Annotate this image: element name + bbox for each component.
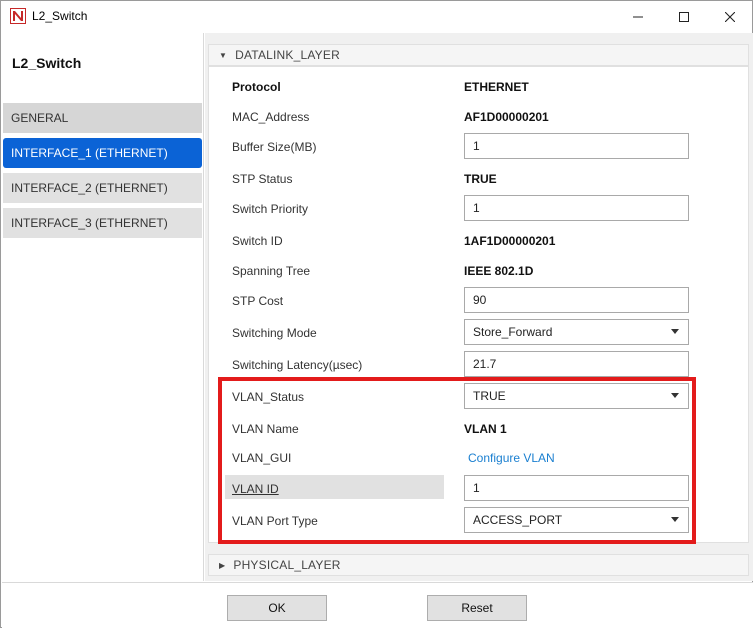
mac-address-label: MAC_Address — [232, 110, 310, 124]
vlan-port-type-value: ACCESS_PORT — [473, 513, 563, 527]
vlan-gui-row: VLAN_GUI Configure VLAN — [209, 443, 748, 473]
switching-latency-label: Switching Latency(µsec) — [232, 358, 363, 372]
device-name: L2_Switch — [12, 55, 82, 71]
switch-id-row: Switch ID 1AF1D00000201 — [209, 226, 748, 256]
switching-mode-row: Switching Mode Store_Forward — [209, 318, 748, 348]
configure-vlan-link[interactable]: Configure VLAN — [468, 451, 555, 465]
vlan-port-type-row: VLAN Port Type ACCESS_PORT — [209, 506, 748, 536]
switching-mode-label: Switching Mode — [232, 326, 317, 340]
close-button[interactable] — [707, 1, 753, 32]
vlan-name-value: VLAN 1 — [464, 422, 507, 436]
vlan-status-label: VLAN_Status — [232, 390, 305, 404]
switching-latency-input[interactable]: 21.7 — [464, 351, 689, 377]
vlan-name-label: VLAN Name — [232, 422, 299, 436]
section-title: DATALINK_LAYER — [235, 48, 340, 62]
minimize-button[interactable] — [615, 1, 661, 32]
datalink-layer-body: Protocol ETHERNET MAC_Address AF1D000002… — [208, 66, 749, 543]
switch-priority-input[interactable]: 1 — [464, 195, 689, 221]
maximize-icon — [679, 11, 689, 22]
maximize-button[interactable] — [661, 1, 707, 32]
vlan-status-select[interactable]: TRUE — [464, 383, 689, 409]
stp-cost-row: STP Cost 90 — [209, 286, 748, 316]
chevron-down-icon — [671, 393, 679, 398]
sidebar-item-interface-2[interactable]: INTERFACE_2 (ETHERNET) — [3, 173, 202, 203]
collapsed-triangle-icon: ▶ — [219, 560, 226, 570]
switch-id-value: 1AF1D00000201 — [464, 234, 556, 248]
ok-button[interactable]: OK — [227, 595, 327, 621]
window-title: L2_Switch — [32, 9, 88, 23]
stp-cost-input[interactable]: 90 — [464, 287, 689, 313]
switching-mode-select[interactable]: Store_Forward — [464, 319, 689, 345]
vlan-name-row: VLAN Name VLAN 1 — [209, 414, 748, 444]
sidebar: L2_Switch GENERAL INTERFACE_1 (ETHERNET)… — [2, 33, 204, 581]
stp-status-value: TRUE — [464, 172, 497, 186]
section-title: PHYSICAL_LAYER — [233, 558, 341, 572]
chevron-down-icon — [671, 517, 679, 522]
switch-priority-row: Switch Priority 1 — [209, 194, 748, 224]
vlan-gui-label: VLAN_GUI — [232, 451, 292, 465]
expanded-triangle-icon: ▼ — [219, 50, 228, 60]
spanning-tree-label: Spanning Tree — [232, 264, 311, 278]
vlan-id-row: VLAN ID 1 — [209, 474, 748, 504]
protocol-value: ETHERNET — [464, 80, 529, 94]
stp-status-label: STP Status — [232, 172, 293, 186]
buffer-size-row: Buffer Size(MB) 1 — [209, 132, 748, 162]
mac-address-row: MAC_Address AF1D00000201 — [209, 102, 748, 132]
sidebar-item-interface-3[interactable]: INTERFACE_3 (ETHERNET) — [3, 208, 202, 238]
vlan-id-label: VLAN ID — [232, 482, 279, 496]
physical-layer-header[interactable]: ▶ PHYSICAL_LAYER — [208, 554, 749, 576]
reset-button[interactable]: Reset — [427, 595, 527, 621]
mac-address-value: AF1D00000201 — [464, 110, 549, 124]
stp-status-row: STP Status TRUE — [209, 164, 748, 194]
vlan-port-type-select[interactable]: ACCESS_PORT — [464, 507, 689, 533]
datalink-layer-header[interactable]: ▼ DATALINK_LAYER — [208, 44, 749, 66]
dialog-footer: OK Reset — [2, 582, 753, 628]
sidebar-item-interface-1[interactable]: INTERFACE_1 (ETHERNET) — [3, 138, 202, 168]
buffer-size-label: Buffer Size(MB) — [232, 140, 317, 154]
close-icon — [725, 11, 735, 22]
switch-id-label: Switch ID — [232, 234, 283, 248]
netsim-logo-icon — [10, 8, 26, 24]
switching-latency-row: Switching Latency(µsec) 21.7 — [209, 350, 748, 380]
vlan-port-type-label: VLAN Port Type — [232, 514, 318, 528]
buffer-size-input[interactable]: 1 — [464, 133, 689, 159]
minimize-icon — [633, 16, 643, 17]
switching-mode-value: Store_Forward — [473, 325, 553, 339]
properties-panel: ▼ DATALINK_LAYER Protocol ETHERNET MAC_A… — [205, 33, 753, 581]
spanning-tree-row: Spanning Tree IEEE 802.1D — [209, 256, 748, 286]
switch-priority-label: Switch Priority — [232, 202, 309, 216]
protocol-row: Protocol ETHERNET — [209, 72, 748, 102]
protocol-label: Protocol — [232, 80, 281, 94]
stp-cost-label: STP Cost — [232, 294, 284, 308]
vlan-id-input[interactable]: 1 — [464, 475, 689, 501]
chevron-down-icon — [671, 329, 679, 334]
sidebar-item-general[interactable]: GENERAL — [3, 103, 202, 133]
title-bar: L2_Switch — [1, 1, 752, 32]
vlan-status-row: VLAN_Status TRUE — [209, 382, 748, 412]
spanning-tree-value: IEEE 802.1D — [464, 264, 534, 278]
vlan-status-value: TRUE — [473, 389, 506, 403]
properties-window: L2_Switch L2_Switch GENERAL INTERFACE_1 … — [0, 0, 753, 628]
